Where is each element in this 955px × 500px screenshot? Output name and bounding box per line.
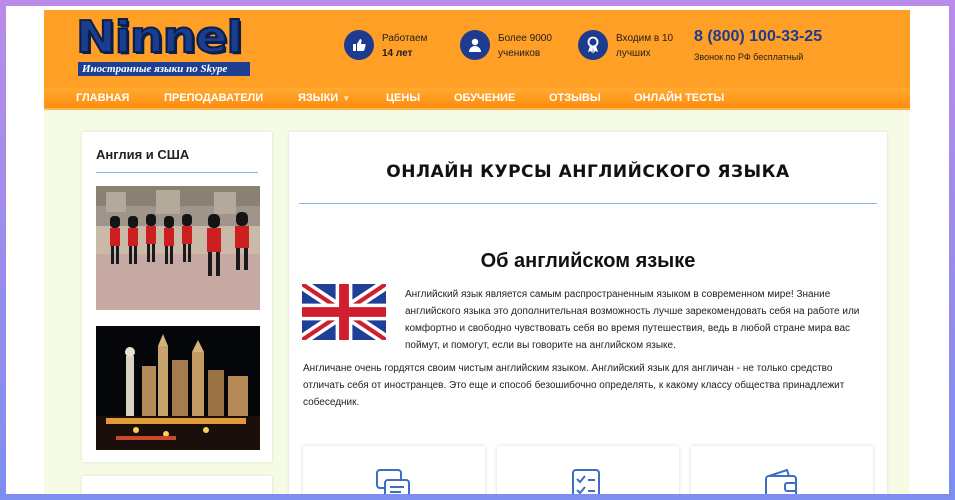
logo-wordmark: Ninnel	[75, 11, 244, 64]
nav-item-languages[interactable]: ЯЗЫКИ ▼	[298, 88, 350, 110]
logo-tagline: Иностранные языки по Skype	[78, 62, 250, 76]
sidebar-card-2	[82, 476, 272, 494]
phone-number[interactable]: 8 (800) 100-33-25	[694, 28, 822, 46]
site-header: Ninnel Иностранные языки по Skype Работа…	[44, 10, 910, 88]
site-logo[interactable]: Ninnel Иностранные языки по Skype	[75, 11, 252, 76]
stat-rank: Входим в 10 лучших	[578, 30, 688, 62]
nav-item-reviews[interactable]: ОТЗЫВЫ	[549, 88, 601, 110]
sidebar-card: Англия и США	[82, 132, 272, 462]
stat-years-line1: Работаем	[382, 33, 428, 44]
feature-card-2[interactable]	[497, 446, 679, 494]
stat-rank-line1: Входим в 10	[616, 33, 674, 44]
page: Ninnel Иностранные языки по Skype Работа…	[44, 10, 910, 494]
checklist-icon	[572, 469, 600, 494]
sidebar-title: Англия и США	[96, 147, 190, 162]
stat-rank-line2: лучших	[616, 48, 651, 59]
stat-years-line2: 14 лет	[382, 48, 413, 59]
stat-students-line2: учеников	[498, 48, 541, 59]
stat-students-line1: Более 9000	[498, 33, 552, 44]
uk-flag-image	[298, 279, 390, 345]
chat-icon	[376, 469, 410, 494]
intro-paragraph: Английский язык является самым распростр…	[405, 289, 860, 351]
section-heading: Об английском языке	[480, 250, 696, 272]
main-content: ОНЛАЙН КУРСЫ АНГЛИЙСКОГО ЯЗЫКА Об англий…	[289, 132, 887, 494]
feature-card-3[interactable]	[691, 446, 873, 494]
thumbs-up-icon	[344, 30, 374, 60]
nav-item-teachers[interactable]: ПРЕПОДАВАТЕЛИ	[164, 88, 263, 110]
wallet-icon	[765, 468, 797, 494]
stat-students: Более 9000 учеников	[460, 30, 580, 62]
award-icon	[578, 30, 608, 60]
nav-item-languages-label: ЯЗЫКИ	[298, 92, 339, 104]
browser-viewport: Ninnel Иностранные языки по Skype Работа…	[6, 6, 949, 494]
stat-years: Работаем 14 лет	[344, 30, 454, 62]
user-icon	[460, 30, 490, 60]
second-paragraph: Англичане очень гордятся своим чистым ан…	[303, 363, 845, 408]
chevron-down-icon: ▼	[342, 94, 351, 103]
page-title: ОНЛАЙН КУРСЫ АНГЛИЙСКОГО ЯЗЫКА	[386, 162, 790, 182]
title-divider	[299, 203, 877, 204]
nav-item-home[interactable]: ГЛАВНАЯ	[76, 88, 129, 110]
nav-item-online-tests[interactable]: ОНЛАЙН ТЕСТЫ	[634, 88, 724, 110]
las-vegas-photo[interactable]	[96, 326, 260, 450]
sidebar-divider	[96, 172, 258, 173]
nav-item-prices[interactable]: ЦЕНЫ	[386, 88, 420, 110]
main-nav: ГЛАВНАЯ ПРЕПОДАВАТЕЛИ ЯЗЫКИ ▼ ЦЕНЫ ОБУЧЕН…	[44, 88, 910, 110]
phone-note: Звонок по РФ бесплатный	[694, 52, 804, 62]
guards-photo[interactable]	[96, 186, 260, 310]
feature-card-1[interactable]	[303, 446, 485, 494]
nav-item-learning[interactable]: ОБУЧЕНИЕ	[454, 88, 515, 110]
